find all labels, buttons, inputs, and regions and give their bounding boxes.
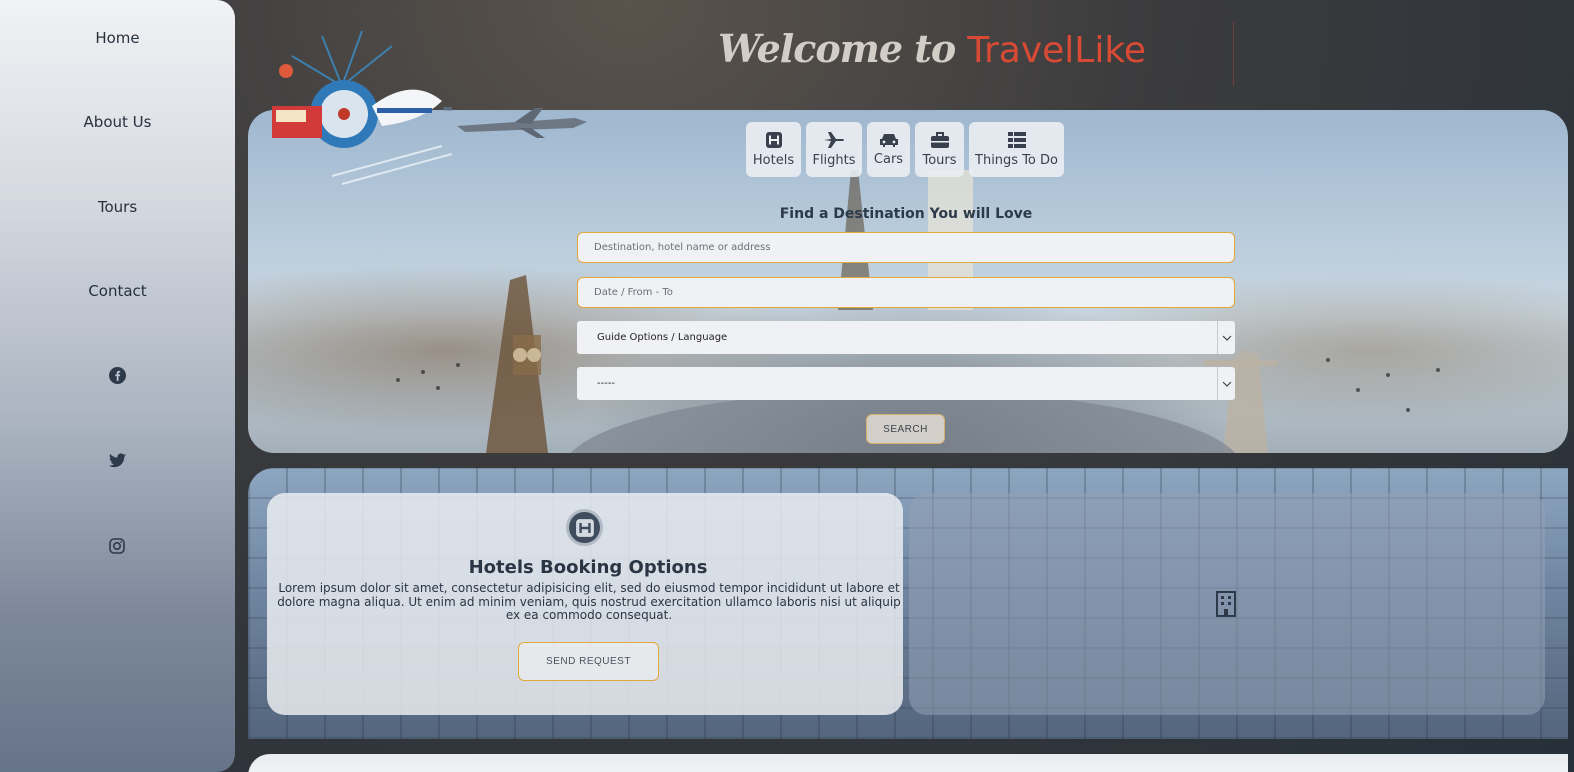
plane-icon xyxy=(824,132,844,148)
travellike-logo xyxy=(262,26,521,186)
guide-options-value: Guide Options / Language xyxy=(597,332,728,343)
date-input[interactable] xyxy=(577,277,1235,308)
guests-select[interactable]: ----- xyxy=(577,367,1235,400)
tab-things-to-do-label: Things To Do xyxy=(975,153,1058,168)
destination-input[interactable] xyxy=(577,232,1235,263)
guests-value: ----- xyxy=(597,378,616,389)
search-button[interactable]: SEARCH xyxy=(866,414,945,444)
car-icon xyxy=(879,134,898,147)
search-tabs: Hotels Flights Cars Tours Things To Do xyxy=(746,122,1064,177)
tab-things-to-do[interactable]: Things To Do xyxy=(969,122,1064,177)
hotel-icon xyxy=(765,132,782,148)
list-icon xyxy=(1007,132,1026,148)
booking-title: Hotels Booking Options xyxy=(468,557,708,578)
tab-flights-label: Flights xyxy=(812,153,856,168)
nav-home[interactable]: Home xyxy=(0,29,235,47)
nav-about-us[interactable]: About Us xyxy=(0,113,235,131)
facebook-icon[interactable] xyxy=(108,366,126,384)
twitter-icon[interactable] xyxy=(108,451,126,469)
search-title: Find a Destination You will Love xyxy=(779,206,1033,222)
send-request-button[interactable]: SEND REQUEST xyxy=(518,642,659,681)
chevron-down-icon xyxy=(1217,321,1235,354)
plane-illustration xyxy=(457,108,587,138)
chevron-down-icon xyxy=(1217,367,1235,400)
sidebar: Home About Us Tours Contact xyxy=(0,0,235,772)
guide-options-select[interactable]: Guide Options / Language xyxy=(577,321,1235,354)
building-icon xyxy=(1216,591,1236,617)
header-divider xyxy=(1233,22,1234,86)
next-section-peek xyxy=(248,754,1568,772)
instagram-icon[interactable] xyxy=(108,537,126,555)
briefcase-icon xyxy=(930,132,949,148)
page-title: Welcome to TravelLike xyxy=(718,26,1146,71)
nav-tours[interactable]: Tours xyxy=(0,198,235,216)
hotel-icon xyxy=(569,512,600,543)
tab-hotels[interactable]: Hotels xyxy=(746,122,801,177)
nav-contact[interactable]: Contact xyxy=(0,282,235,300)
tab-flights[interactable]: Flights xyxy=(806,122,862,177)
tab-tours[interactable]: Tours xyxy=(915,122,964,177)
tab-cars[interactable]: Cars xyxy=(867,122,910,177)
brand-name: TravelLike xyxy=(967,30,1147,71)
tab-tours-label: Tours xyxy=(922,153,957,168)
booking-description: Lorem ipsum dolor sit amet, consectetur … xyxy=(277,581,901,622)
tab-cars-label: Cars xyxy=(873,152,904,167)
tab-hotels-label: Hotels xyxy=(752,153,795,168)
welcome-text: Welcome to xyxy=(718,26,956,71)
